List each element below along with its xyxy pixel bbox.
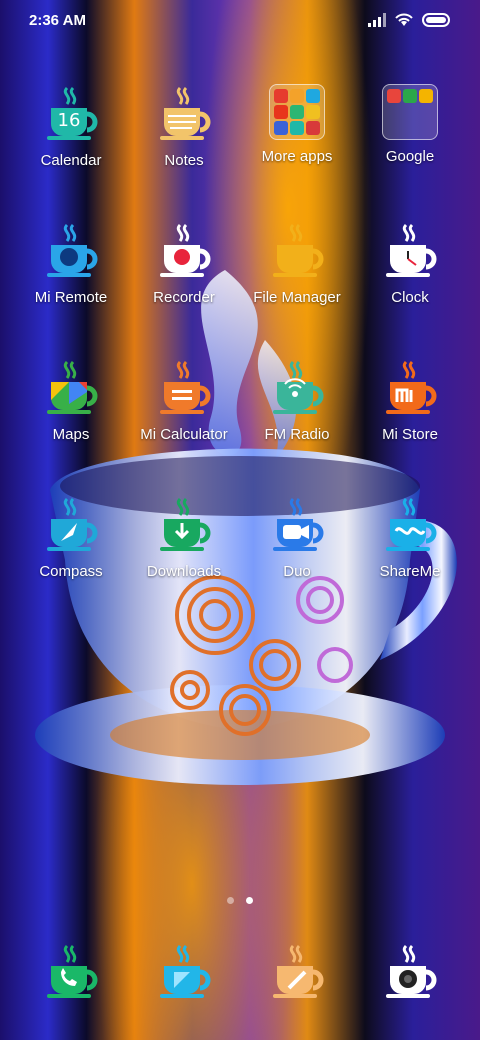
signal-icon bbox=[368, 12, 386, 27]
recorder-icon bbox=[160, 223, 211, 277]
status-time: 2:36 AM bbox=[29, 12, 86, 29]
clock-icon bbox=[386, 223, 437, 277]
battery-icon bbox=[422, 12, 450, 27]
app-mi-store[interactable]: Mi Store bbox=[354, 354, 466, 443]
page-indicator bbox=[0, 897, 480, 904]
app-fm-radio[interactable]: FM Radio bbox=[241, 354, 353, 443]
app-compass[interactable]: Compass bbox=[15, 491, 127, 580]
folder-icon bbox=[269, 84, 325, 140]
app-calendar[interactable]: 16 Calendar bbox=[15, 80, 127, 169]
notes-icon bbox=[160, 86, 211, 140]
app-mi-remote[interactable]: Mi Remote bbox=[15, 217, 127, 306]
app-label: Recorder bbox=[153, 289, 215, 306]
app-label: Mi Remote bbox=[34, 289, 108, 306]
phone-icon bbox=[47, 944, 98, 998]
svg-text:16: 16 bbox=[58, 110, 81, 131]
app-label: File Manager bbox=[253, 289, 341, 306]
page-dot[interactable] bbox=[227, 897, 234, 904]
remote-icon bbox=[47, 223, 98, 277]
dock-camera[interactable] bbox=[354, 938, 466, 1002]
app-label: Downloads bbox=[146, 563, 222, 580]
video-icon bbox=[273, 497, 324, 551]
camera-icon bbox=[386, 944, 437, 998]
compass-icon bbox=[47, 497, 98, 551]
app-downloads[interactable]: Downloads bbox=[128, 491, 240, 580]
maps-icon bbox=[47, 360, 98, 414]
radio-icon bbox=[273, 360, 324, 414]
dock-phone[interactable] bbox=[15, 938, 127, 1002]
app-label: Calendar bbox=[40, 152, 102, 169]
app-label: More apps bbox=[261, 148, 333, 165]
app-mi-calculator[interactable]: Mi Calculator bbox=[128, 354, 240, 443]
app-label: FM Radio bbox=[264, 426, 330, 443]
shareme-icon bbox=[386, 497, 437, 551]
app-label: Google bbox=[385, 148, 435, 165]
store-icon bbox=[386, 360, 437, 414]
browser-icon bbox=[273, 944, 324, 998]
wifi-icon bbox=[395, 13, 413, 26]
app-label: Mi Store bbox=[382, 426, 438, 443]
app-duo[interactable]: Duo bbox=[241, 491, 353, 580]
calculator-icon bbox=[160, 360, 211, 414]
app-recorder[interactable]: Recorder bbox=[128, 217, 240, 306]
app-label: Maps bbox=[52, 426, 90, 443]
app-label: Duo bbox=[283, 563, 311, 580]
calendar-icon: 16 bbox=[47, 86, 98, 140]
app-label: Compass bbox=[39, 563, 103, 580]
download-icon bbox=[160, 497, 211, 551]
status-bar: 2:36 AM bbox=[0, 0, 480, 42]
app-label: Mi Calculator bbox=[140, 426, 228, 443]
status-icons bbox=[368, 12, 452, 27]
app-label: ShareMe bbox=[379, 563, 441, 580]
folder-more-apps[interactable]: More apps bbox=[241, 80, 353, 165]
app-shareme[interactable]: ShareMe bbox=[354, 491, 466, 580]
folder-icon bbox=[382, 84, 438, 140]
app-file-manager[interactable]: File Manager bbox=[241, 217, 353, 306]
dock bbox=[0, 938, 480, 1008]
app-label: Notes bbox=[164, 152, 204, 169]
app-clock[interactable]: Clock bbox=[354, 217, 466, 306]
app-label: Clock bbox=[391, 289, 429, 306]
app-maps[interactable]: Maps bbox=[15, 354, 127, 443]
app-notes[interactable]: Notes bbox=[128, 80, 240, 169]
messages-icon bbox=[160, 944, 211, 998]
dock-browser[interactable] bbox=[241, 938, 353, 1002]
page-dot-active[interactable] bbox=[246, 897, 253, 904]
dock-messages[interactable] bbox=[128, 938, 240, 1002]
file-manager-icon bbox=[273, 223, 324, 277]
folder-google[interactable]: Google bbox=[354, 80, 466, 165]
